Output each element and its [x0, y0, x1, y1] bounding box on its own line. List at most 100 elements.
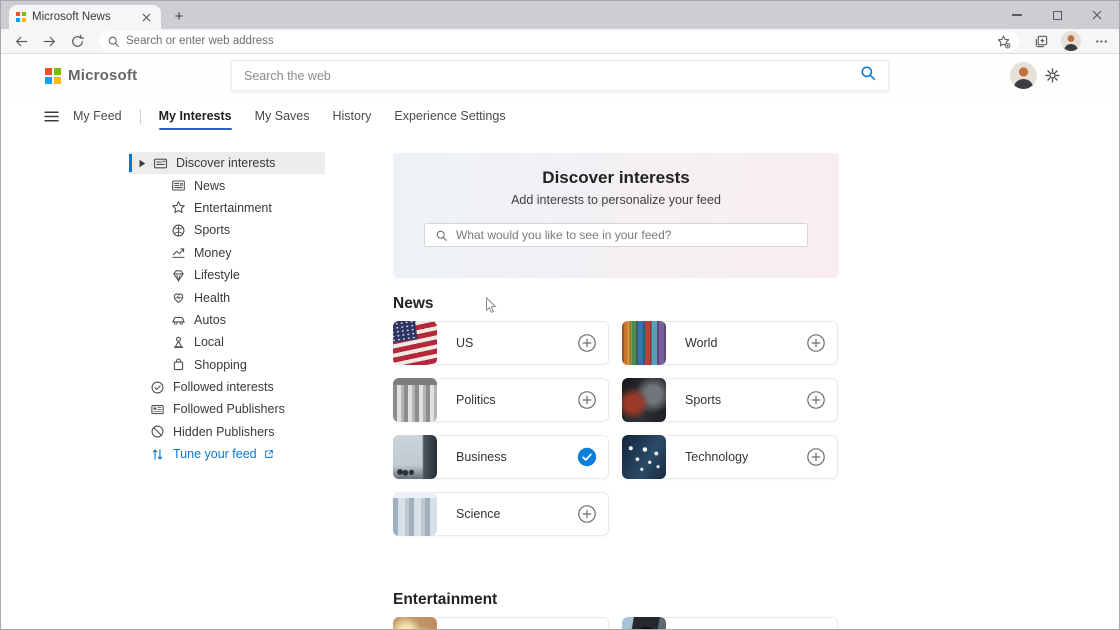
address-bar[interactable] [99, 31, 1019, 51]
interest-card-technology[interactable]: Technology [622, 435, 838, 479]
add-interest-icon[interactable] [806, 333, 826, 353]
account-avatar[interactable] [1010, 62, 1037, 89]
nav-item-my-feed[interactable]: My Feed [73, 106, 122, 126]
sidebar-item-label: Entertainment [194, 201, 272, 215]
followed-check-icon [150, 380, 165, 395]
browser-window: Microsoft News + [0, 0, 1120, 630]
web-search-box[interactable] [231, 60, 889, 91]
interest-card-grid [393, 617, 839, 630]
followed-check-icon[interactable] [577, 447, 597, 467]
sidebar-item-tune-your-feed[interactable]: Tune your feed [129, 443, 325, 465]
sports-ball-icon [171, 223, 186, 238]
autos-car-icon [171, 312, 186, 327]
interest-card-label: US [456, 336, 577, 350]
forward-icon[interactable] [41, 33, 57, 49]
sidebar-item-sports[interactable]: Sports [129, 219, 325, 241]
interest-card[interactable] [393, 617, 609, 630]
refresh-icon[interactable] [69, 33, 85, 49]
browser-profile-avatar[interactable] [1061, 31, 1081, 51]
interest-card-sports[interactable]: Sports [622, 378, 838, 422]
browser-toolbar [1, 29, 1119, 54]
browser-settings-ellipsis-icon[interactable] [1093, 33, 1109, 49]
sidebar-item-label: Health [194, 291, 230, 305]
sidebar-item-entertainment[interactable]: Entertainment [129, 197, 325, 219]
window-controls [997, 1, 1117, 29]
banner-subtitle: Add interests to personalize your feed [511, 193, 721, 207]
title-bar: Microsoft News + [1, 1, 1119, 29]
back-icon[interactable] [13, 33, 29, 49]
sidebar-item-followed-publishers[interactable]: Followed Publishers [129, 398, 325, 420]
add-favorite-star-icon[interactable] [995, 33, 1011, 49]
interest-card-label: Business [456, 450, 577, 464]
tab-close-icon[interactable] [138, 9, 154, 25]
sidebar-item-lifestyle[interactable]: Lifestyle [129, 264, 325, 286]
sidebar-item-autos[interactable]: Autos [129, 309, 325, 331]
interest-card-politics[interactable]: Politics [393, 378, 609, 422]
microsoft-wordmark[interactable]: Microsoft [68, 67, 137, 84]
interest-card-label: Politics [456, 393, 577, 407]
sidebar-item-label: News [194, 179, 225, 193]
add-interest-icon[interactable] [577, 390, 597, 410]
browser-tab[interactable]: Microsoft News [9, 5, 161, 29]
sidebar-item-local[interactable]: Local [129, 331, 325, 353]
address-input[interactable] [126, 35, 989, 47]
tab-title: Microsoft News [32, 11, 132, 23]
add-interest-icon[interactable] [577, 333, 597, 353]
section-heading-entertainment: Entertainment [393, 591, 839, 609]
settings-gear-icon[interactable] [1044, 67, 1062, 85]
web-search-input[interactable] [244, 69, 860, 83]
discover-interests-banner: Discover interests Add interests to pers… [393, 153, 839, 278]
shopping-bag-icon [171, 357, 186, 372]
nav-item-my-saves[interactable]: My Saves [255, 106, 310, 126]
close-icon[interactable] [1077, 1, 1117, 29]
microsoft-logo-icon[interactable] [45, 68, 61, 84]
sidebar-item-discover-interests[interactable]: Discover interests [129, 152, 325, 174]
business-lobby-thumbnail [393, 435, 437, 479]
sidebar-item-label: Hidden Publishers [173, 425, 274, 439]
maximize-icon[interactable] [1037, 1, 1077, 29]
sidebar-item-label: Shopping [194, 358, 247, 372]
interests-sidebar: Discover interests News Entertainment Sport… [129, 152, 325, 465]
menu-hamburger-icon[interactable] [43, 108, 60, 125]
interest-card-us[interactable]: US [393, 321, 609, 365]
interests-search-box[interactable] [424, 223, 808, 247]
web-search-submit-icon[interactable] [860, 65, 876, 86]
nav-item-my-interests[interactable]: My Interests [159, 106, 232, 126]
sidebar-item-money[interactable]: Money [129, 242, 325, 264]
interest-card-science[interactable]: Science [393, 492, 609, 536]
health-heart-icon [171, 290, 186, 305]
microsoft-favicon-icon [16, 12, 26, 22]
sidebar-item-label: Tune your feed [173, 447, 257, 461]
sidebar-item-health[interactable]: Health [129, 286, 325, 308]
interest-card-world[interactable]: World [622, 321, 838, 365]
nav-item-experience-settings[interactable]: Experience Settings [394, 106, 505, 126]
world-flags-thumbnail [622, 321, 666, 365]
sidebar-item-label: Followed interests [173, 380, 274, 394]
sidebar-item-label: Lifestyle [194, 268, 240, 282]
new-tab-button[interactable]: + [169, 6, 189, 26]
add-interest-icon[interactable] [806, 447, 826, 467]
sidebar-item-label: Autos [194, 313, 226, 327]
science-lab-thumbnail [393, 492, 437, 536]
section-heading-news: News [393, 295, 839, 313]
sidebar-item-followed-interests[interactable]: Followed interests [129, 376, 325, 398]
minimize-icon[interactable] [997, 1, 1037, 29]
collections-icon[interactable] [1033, 33, 1049, 49]
publishers-card-icon [150, 402, 165, 417]
hidden-blocked-icon [150, 424, 165, 439]
main-column: Discover interests Add interests to pers… [393, 153, 839, 630]
interests-search-input[interactable] [456, 228, 797, 242]
sidebar-item-hidden-publishers[interactable]: Hidden Publishers [129, 421, 325, 443]
add-interest-icon[interactable] [577, 504, 597, 524]
sidebar-item-news[interactable]: News [129, 174, 325, 196]
sidebar-item-shopping[interactable]: Shopping [129, 354, 325, 376]
search-icon [107, 35, 120, 48]
lifestyle-gem-icon [171, 268, 186, 283]
add-interest-icon[interactable] [806, 390, 826, 410]
sidebar-item-label: Followed Publishers [173, 402, 285, 416]
nav-item-history[interactable]: History [332, 106, 371, 126]
interest-card-grid: US World Politics Sports Business Technology S… [393, 321, 839, 536]
search-icon [435, 229, 448, 242]
interest-card[interactable] [622, 617, 838, 630]
interest-card-business[interactable]: Business [393, 435, 609, 479]
